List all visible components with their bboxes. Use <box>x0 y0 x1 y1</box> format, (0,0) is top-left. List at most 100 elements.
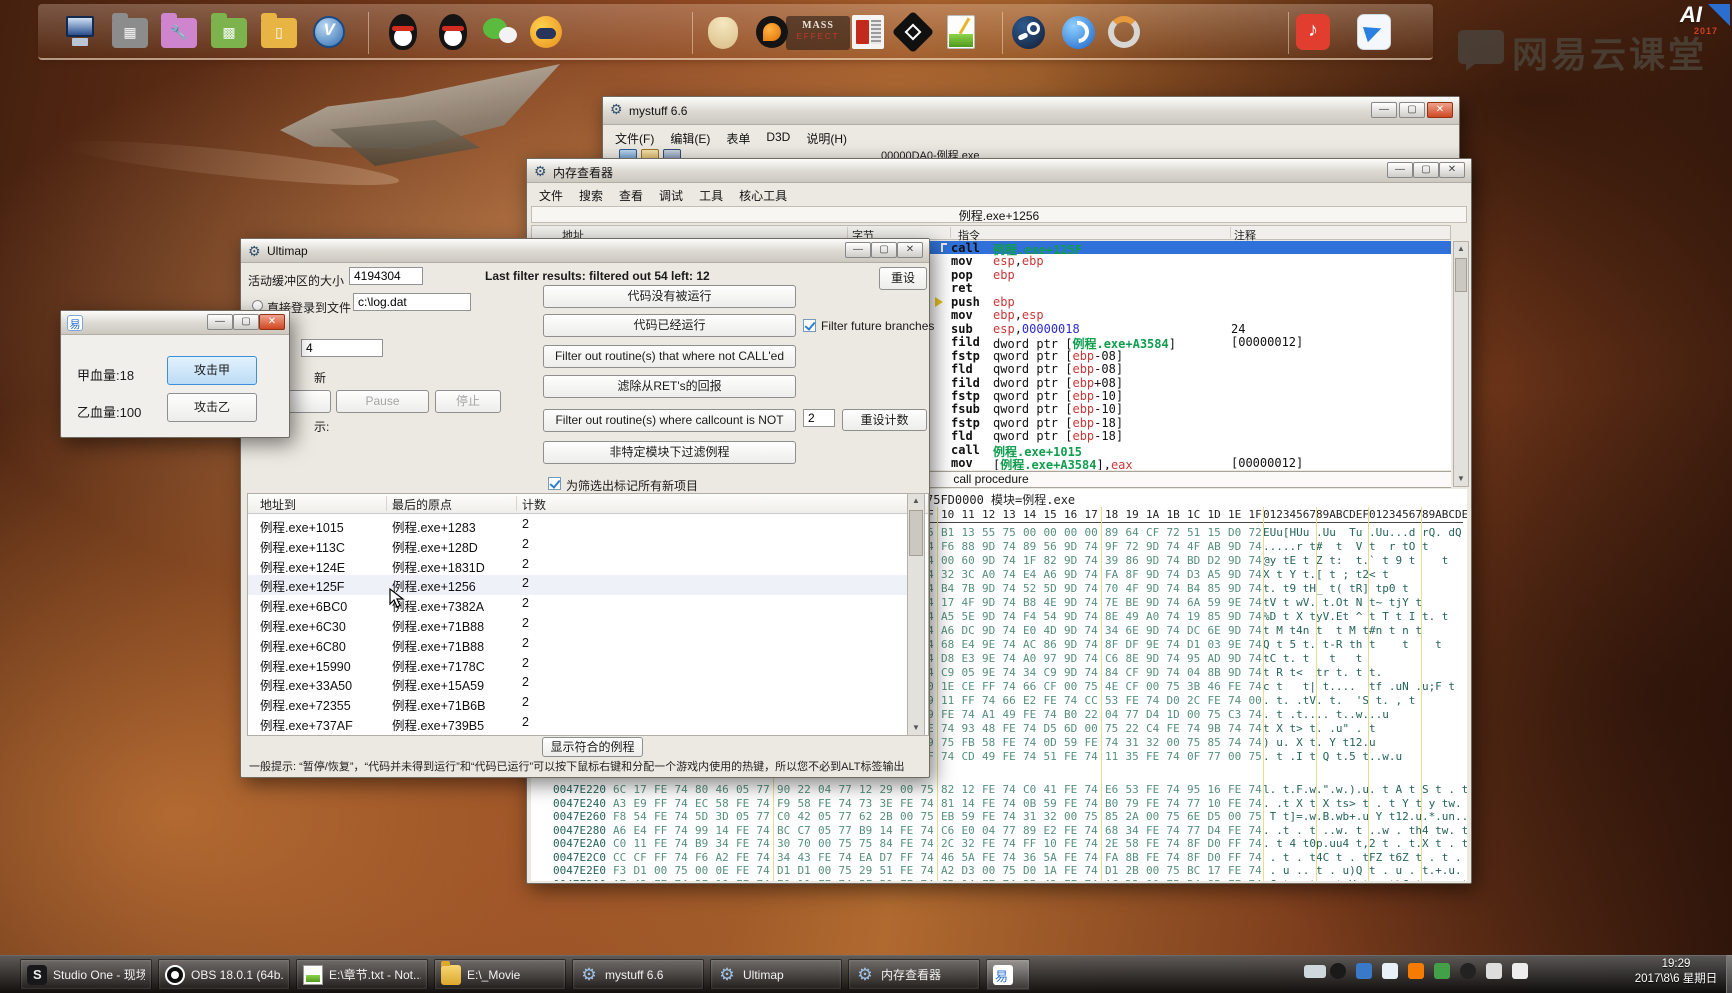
mark-new-items-checkbox[interactable] <box>548 477 561 490</box>
list-item[interactable]: 例程.exe+33A50例程.exe+15A592 <box>248 674 908 694</box>
keyboard-icon[interactable] <box>1304 965 1326 978</box>
minimize-button[interactable]: — <box>207 314 233 330</box>
folder-docs-icon[interactable]: ▯ <box>261 14 297 52</box>
show-matching-button[interactable]: 显示符合的例程 <box>542 737 643 757</box>
taskbar-item-E:\章节.txt - Not...[interactable]: E:\章节.txt - Not... <box>296 959 428 990</box>
scroll-up-arrow[interactable]: ▲ <box>908 494 924 508</box>
log-file-input[interactable] <box>353 293 471 311</box>
steam-icon[interactable] <box>1010 14 1046 52</box>
folder-games-icon[interactable]: ▩ <box>211 14 247 52</box>
ultimap-results-list[interactable]: 地址到最后的原点计数例程.exe+1015例程.exe+12832例程.exe+… <box>247 493 929 736</box>
scroll-down-arrow[interactable]: ▼ <box>908 721 924 735</box>
scroll-up-arrow[interactable]: ▲ <box>1454 242 1468 256</box>
filter-callcount-button[interactable]: Filter out routine(s) where callcount is… <box>543 409 796 432</box>
memview-menu-2[interactable]: 查看 <box>611 185 651 206</box>
minimize-button[interactable]: — <box>1371 102 1397 118</box>
minimize-button[interactable]: — <box>845 242 871 258</box>
volume-icon[interactable] <box>1512 963 1528 979</box>
memview-menu-3[interactable]: 调试 <box>651 185 691 206</box>
disasm-scrollbar[interactable]: ▲ ▼ <box>1453 241 1469 487</box>
folder-tools-icon[interactable]: 🔧 <box>161 14 197 52</box>
list-col-0[interactable]: 地址到 <box>260 496 296 513</box>
callcount-input[interactable] <box>803 409 835 427</box>
mystuff-menu-4[interactable]: 说明(H) <box>798 128 855 149</box>
network-icon[interactable] <box>1486 963 1502 979</box>
maximize-button[interactable]: ▢ <box>1413 162 1439 178</box>
taskbar-item-Studio One - 现场[interactable]: Studio One - 现场 <box>20 959 152 990</box>
netease-music-icon[interactable]: ♪ <box>1294 14 1330 52</box>
list-item[interactable]: 例程.exe+6C80例程.exe+71B882 <box>248 635 908 655</box>
list-item[interactable]: 例程.exe+737AF例程.exe+739B52 <box>248 714 908 734</box>
filter-ret-button[interactable]: 滤除从RET's的回报 <box>543 375 796 398</box>
close-button[interactable]: ✕ <box>897 242 923 258</box>
memview-menu-1[interactable]: 搜索 <box>571 185 611 206</box>
orange-app-icon[interactable] <box>1408 963 1424 979</box>
taskbar-item-E:\_Movie[interactable]: E:\_Movie <box>434 959 566 990</box>
memview-titlebar[interactable]: ⚙ 内存查看器 — ▢ ✕ <box>527 159 1471 183</box>
notepad-app-icon[interactable] <box>943 14 979 52</box>
taskbar-clock[interactable]: 19:29 2017\8\6 星期日 <box>1628 958 1724 986</box>
taskbar-item-OBS 18.0.1 (64b...[interactable]: OBS 18.0.1 (64b... <box>158 959 290 990</box>
list-item[interactable]: 例程.exe+6C30例程.exe+71B882 <box>248 615 908 635</box>
maximize-button[interactable]: ▢ <box>233 314 259 330</box>
v-app-icon[interactable]: V <box>311 14 347 52</box>
mystuff-titlebar[interactable]: ⚙ mystuff 6.6 — ▢ ✕ <box>603 97 1459 125</box>
dish-icon[interactable] <box>1460 963 1476 979</box>
seal-app-icon[interactable] <box>850 14 886 52</box>
scroll-down-arrow[interactable]: ▼ <box>1454 472 1468 486</box>
folder-gray-icon[interactable]: ▦ <box>112 14 148 52</box>
list-item[interactable]: 例程.exe+124E例程.exe+1831D2 <box>248 556 908 576</box>
my-computer-icon[interactable] <box>62 14 98 52</box>
taskbar-item-yi[interactable] <box>986 959 1030 990</box>
memview-menu-4[interactable]: 工具 <box>691 185 731 206</box>
qq2-icon[interactable] <box>435 14 471 52</box>
stop-button[interactable]: 停止 <box>435 390 501 413</box>
list-scrollbar[interactable]: ▲ ▼ <box>907 493 925 736</box>
list-item[interactable]: 例程.exe+113C例程.exe+128D2 <box>248 536 908 556</box>
home-icon[interactable] <box>1356 963 1372 979</box>
pause-button[interactable]: Pause <box>336 390 429 413</box>
qq-icon[interactable] <box>385 14 421 52</box>
reset-button[interactable]: 重设 <box>879 267 927 290</box>
shell-icon[interactable] <box>705 14 741 52</box>
close-button[interactable]: ✕ <box>1427 102 1453 118</box>
maximize-button[interactable]: ▢ <box>871 242 897 258</box>
list-item[interactable]: 例程.exe+6BC0例程.exe+7382A2 <box>248 595 908 615</box>
mystuff-menu-0[interactable]: 文件(F) <box>607 128 662 149</box>
list-item[interactable]: 例程.exe+1015例程.exe+12832 <box>248 516 908 536</box>
list-item[interactable]: 例程.exe+15990例程.exe+7178C2 <box>248 655 908 675</box>
hp-dialog-titlebar[interactable]: 易 — ▢ ✕ <box>61 311 289 335</box>
taskbar-item-mystuff 6.6[interactable]: ⚙mystuff 6.6 <box>572 959 704 990</box>
v-sign-icon[interactable] <box>1382 963 1398 979</box>
close-button[interactable]: ✕ <box>1439 162 1465 178</box>
code-not-run-button[interactable]: 代码没有被运行 <box>543 285 796 308</box>
attack-b-button[interactable]: 攻击乙 <box>167 393 257 422</box>
taskbar-item-Ultimap[interactable]: ⚙Ultimap <box>710 959 842 990</box>
browser-icon[interactable] <box>1060 14 1096 52</box>
wechat-icon[interactable] <box>482 14 518 52</box>
taskbar-item-内存查看器[interactable]: ⚙内存查看器 <box>848 959 980 990</box>
filter-module-button[interactable]: 非特定模块下过滤例程 <box>543 441 796 464</box>
list-item[interactable]: 例程.exe+72355例程.exe+71B6B2 <box>248 694 908 714</box>
reset-count-button[interactable]: 重设计数 <box>842 409 927 431</box>
attack-a-button[interactable]: 攻击甲 <box>167 356 257 385</box>
filter-not-called-button[interactable]: Filter out routine(s) that where not CAL… <box>543 345 796 368</box>
thunder-icon[interactable] <box>1355 14 1391 52</box>
close-button[interactable]: ✕ <box>259 314 285 330</box>
memview-menu-5[interactable]: 核心工具 <box>731 185 795 206</box>
security-shield-icon[interactable] <box>1434 963 1450 979</box>
buffer-size-input[interactable] <box>349 267 423 285</box>
list-col-1[interactable]: 最后的原点 <box>392 496 452 513</box>
mystuff-menu-2[interactable]: 表单 <box>718 128 758 149</box>
mass-effect-icon[interactable]: MASSEFFECT <box>786 14 850 52</box>
code-has-run-button[interactable]: 代码已经运行 <box>543 314 796 337</box>
overwatch-icon[interactable] <box>1106 14 1142 52</box>
fl-studio-icon[interactable] <box>754 14 790 52</box>
scrollbar-thumb[interactable] <box>1455 258 1467 292</box>
filter-future-branches-checkbox[interactable] <box>803 319 816 332</box>
show-desktop-button[interactable] <box>1726 955 1732 993</box>
list-item[interactable]: 例程.exe+125F例程.exe+12562 <box>248 575 908 595</box>
unity-icon[interactable] <box>895 14 931 52</box>
minimize-button[interactable]: — <box>1387 162 1413 178</box>
hidden-count-input[interactable] <box>301 339 383 357</box>
